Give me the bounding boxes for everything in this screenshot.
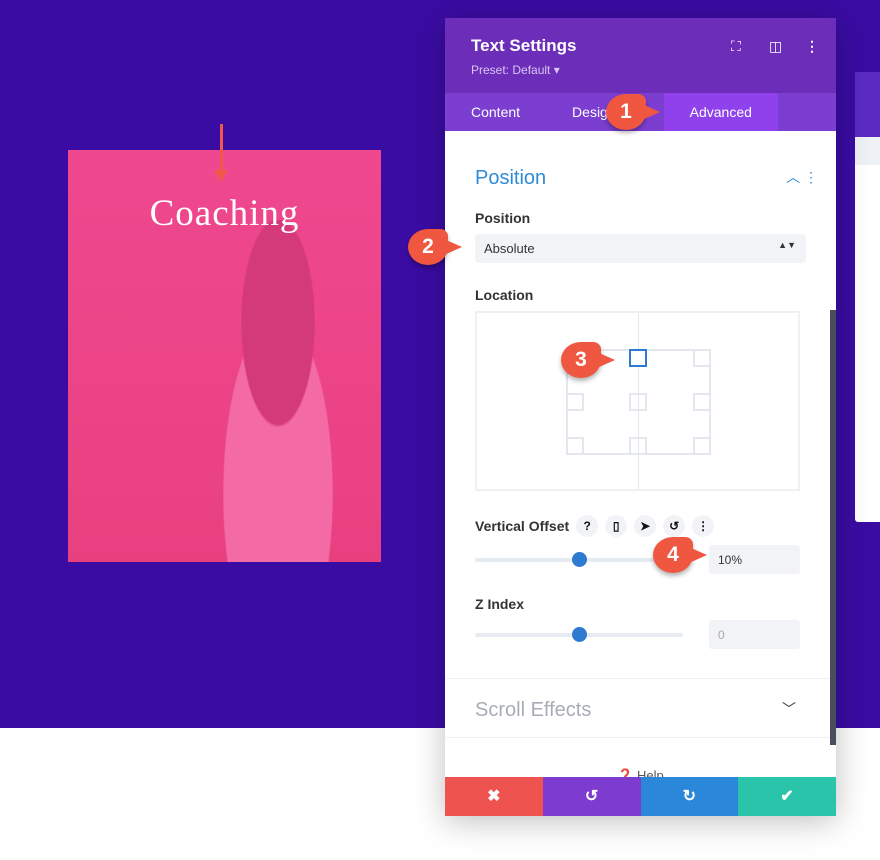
arrow-down-annotation xyxy=(214,124,228,182)
location-center-left[interactable] xyxy=(566,393,584,411)
slider-thumb[interactable] xyxy=(572,551,587,567)
z-index-input[interactable]: 0 xyxy=(709,620,800,649)
preset-dropdown[interactable]: Preset: Default ▾ xyxy=(471,63,810,77)
slider-thumb[interactable] xyxy=(572,626,587,642)
step-badge-4: 4 xyxy=(653,537,707,573)
z-index-label: Z Index xyxy=(475,596,525,612)
more-vert-icon[interactable]: ⋮ xyxy=(805,38,819,55)
card-title[interactable]: Coaching xyxy=(68,192,381,235)
coaching-card[interactable]: Coaching xyxy=(68,150,381,562)
position-value: Absolute xyxy=(484,241,535,256)
step-badge-2: 2 xyxy=(408,229,462,265)
hover-cursor-icon[interactable]: ➤ xyxy=(634,515,657,537)
scrollbar[interactable] xyxy=(830,310,836,745)
location-bottom-left[interactable] xyxy=(566,437,584,455)
chevron-up-icon[interactable]: ︿ ⋮ xyxy=(786,167,818,187)
split-view-icon[interactable]: ◫ xyxy=(769,38,782,55)
more-vert-icon[interactable]: ⋮ xyxy=(692,515,715,537)
redo-button[interactable]: ↻ xyxy=(640,777,739,816)
location-center[interactable] xyxy=(629,393,647,411)
panel-title: Text Settings xyxy=(471,36,577,55)
section-scroll-effects[interactable]: Scroll Effects ﹀ xyxy=(445,678,830,738)
cancel-button[interactable]: ✖ xyxy=(445,777,543,816)
panel-footer: ✖ ↺ ↻ ✔ xyxy=(445,777,836,816)
help-icon[interactable]: ? xyxy=(576,515,599,537)
layers-panel xyxy=(855,72,880,522)
location-picker[interactable] xyxy=(475,311,800,491)
scroll-effects-title: Scroll Effects xyxy=(475,699,592,721)
focus-icon[interactable]: ⛶ xyxy=(731,38,741,55)
location-center-right[interactable] xyxy=(693,393,711,411)
position-label: Position xyxy=(475,210,531,226)
location-bottom-right[interactable] xyxy=(693,437,711,455)
select-arrows-icon: ▲▼ xyxy=(778,240,796,250)
section-title: Position xyxy=(475,167,547,189)
reset-icon[interactable]: ↺ xyxy=(663,515,686,537)
location-top-center[interactable] xyxy=(629,349,647,367)
tab-advanced[interactable]: Advanced xyxy=(663,93,778,131)
location-bottom-center[interactable] xyxy=(629,437,647,455)
location-top-right[interactable] xyxy=(693,349,711,367)
panel-header: Text Settings Preset: Default ▾ ⛶ ◫ ⋮ xyxy=(445,18,836,93)
vertical-offset-label: Vertical Offset xyxy=(475,518,570,534)
responsive-icon[interactable]: ▯ xyxy=(605,515,628,537)
step-badge-1: 1 xyxy=(606,94,660,130)
position-select[interactable]: Absolute ▲▼ xyxy=(475,234,806,263)
tab-content[interactable]: Content xyxy=(445,93,546,131)
person-image xyxy=(193,220,363,562)
step-badge-3: 3 xyxy=(561,342,615,378)
settings-panel: Text Settings Preset: Default ▾ ⛶ ◫ ⋮ Co… xyxy=(445,18,836,816)
z-index-slider[interactable] xyxy=(475,626,683,642)
undo-button[interactable]: ↺ xyxy=(542,777,641,816)
vertical-offset-slider[interactable] xyxy=(475,551,683,567)
section-position-header[interactable]: Position ︿ ⋮ xyxy=(475,167,818,190)
save-button[interactable]: ✔ xyxy=(738,777,836,816)
location-label: Location xyxy=(475,287,534,303)
vertical-offset-input[interactable]: 10% xyxy=(709,545,800,574)
chevron-down-icon[interactable]: ﹀ xyxy=(782,699,796,719)
